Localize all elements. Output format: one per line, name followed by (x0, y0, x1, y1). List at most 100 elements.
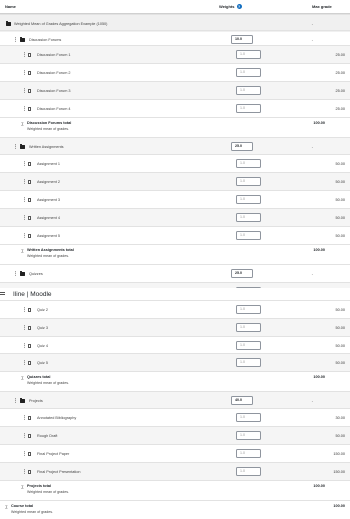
grade-item-row: ⋮ Assignment 3 1.0 50.00 (0, 190, 350, 208)
max-grade: - (311, 21, 313, 26)
item-name: Assignment 5 (37, 233, 61, 238)
weight-input[interactable]: 1.0 (236, 195, 261, 204)
drag-handle-icon[interactable]: ⋮ (13, 271, 18, 277)
max-grade: 25.00 (335, 52, 345, 57)
assignment-icon (28, 71, 32, 75)
drag-handle-icon[interactable]: ⋮ (22, 215, 27, 221)
assignment-icon (28, 308, 32, 312)
help-icon[interactable]: ? (236, 4, 242, 10)
weight-input[interactable]: 1.0 (236, 413, 261, 422)
weight-input[interactable]: 1.0 (236, 104, 261, 113)
category-total-row: ∑ Quizzes total Weighted mean of grades.… (0, 371, 350, 391)
course-total-description: Weighted mean of grades. (11, 510, 54, 514)
item-name: Quiz 3 (37, 325, 48, 330)
drag-handle-icon[interactable]: ⋮ (22, 469, 27, 475)
weight-input[interactable]: 1.0 (236, 231, 261, 240)
grade-item-row: ⋮ Rough Draft 1.0 50.00 (0, 426, 350, 444)
assignment-icon (28, 198, 32, 202)
drag-handle-icon[interactable]: ⋮ (22, 343, 27, 349)
item-name: Quiz 2 (37, 307, 48, 312)
item-name: Assignment 1 (37, 161, 61, 166)
weight-input[interactable]: 1.0 (236, 305, 261, 314)
drag-handle-icon[interactable]: ⋮ (22, 325, 27, 331)
drag-handle-icon[interactable]: ⋮ (22, 360, 27, 366)
weight-input[interactable]: 1.0 (236, 177, 261, 186)
sigma-icon: ∑ (21, 484, 24, 489)
category-row-quizzes: ⋮ Quizzes 25.0 - (0, 264, 350, 282)
grade-item-row: ⋮ Final Project Paper 1.0 150.00 (0, 444, 350, 462)
item-name: Assignment 3 (37, 197, 61, 202)
max-grade: 50.00 (335, 307, 345, 312)
assignment-icon (28, 344, 32, 348)
weight-input[interactable]: 1.0 (236, 358, 261, 367)
drag-handle-icon[interactable]: ⋮ (22, 179, 27, 185)
item-name: Discussion Forum 1 (37, 52, 71, 57)
drag-handle-icon[interactable]: ⋮ (22, 88, 27, 94)
sigma-icon: ∑ (21, 375, 24, 380)
assignment-icon (28, 162, 32, 166)
drag-handle-icon[interactable]: ⋮ (22, 433, 27, 439)
drag-handle-icon[interactable]: ⋮ (22, 70, 27, 76)
assignment-icon (28, 234, 32, 238)
drag-handle-icon[interactable]: ⋮ (13, 144, 18, 150)
max-grade: - (311, 144, 313, 149)
item-name: Discussion Forum 4 (37, 106, 71, 111)
folder-icon (20, 271, 25, 276)
course-total-row: ∑ Course total Weighted mean of grades. … (0, 500, 350, 519)
category-row-written: ⋮ Written Assignments 25.0 - (0, 137, 350, 155)
max-grade: 50.00 (335, 161, 345, 166)
item-name: Annotated Bibliography (37, 415, 77, 420)
drag-handle-icon[interactable]: ⋮ (13, 37, 18, 43)
weight-input[interactable]: 25.0 (231, 142, 253, 151)
max-grade: 50.00 (335, 360, 345, 365)
assignment-icon (28, 434, 32, 438)
total-description: Weighted mean of grades. (27, 381, 70, 385)
max-grade: 50.00 (335, 325, 345, 330)
max-grade: 50.00 (335, 197, 345, 202)
drag-handle-icon[interactable]: ⋮ (22, 52, 27, 58)
sigma-icon: ∑ (21, 121, 24, 126)
max-grade: - (311, 37, 313, 42)
grade-item-row: ⋮ Assignment 1 1.0 50.00 (0, 154, 350, 172)
course-category-name: Weighted Mean of Grades Aggregation Exam… (14, 21, 108, 26)
weight-input[interactable]: 1.0 (236, 86, 261, 95)
assignment-icon (28, 470, 32, 474)
weight-input[interactable]: 1.0 (236, 341, 261, 350)
weight-input[interactable]: 40.0 (231, 396, 253, 405)
category-row-projects: ⋮ Projects 40.0 - (0, 391, 350, 409)
grid-icon[interactable] (0, 292, 5, 297)
folder-icon (20, 37, 25, 42)
drag-handle-icon[interactable]: ⋮ (22, 451, 27, 457)
sigma-icon: ∑ (21, 248, 24, 253)
folder-icon (6, 21, 11, 26)
weight-input[interactable]: 1.0 (236, 213, 261, 222)
weight-input[interactable]: 25.0 (231, 269, 253, 278)
weight-input[interactable]: 1.0 (236, 449, 261, 458)
drag-handle-icon[interactable]: ⋮ (22, 161, 27, 167)
grade-item-row: ⋮ Discussion Forum 4 1.0 25.00 (0, 99, 350, 117)
weight-input[interactable]: 1.0 (236, 68, 261, 77)
assignment-icon (28, 180, 32, 184)
assignment-icon (28, 53, 32, 57)
drag-handle-icon[interactable]: ⋮ (13, 398, 18, 404)
sigma-icon: ∑ (5, 504, 8, 509)
item-name: Final Project Paper (37, 451, 70, 456)
weight-input[interactable]: 10.0 (231, 35, 253, 44)
max-grade: 50.00 (335, 433, 345, 438)
weight-input[interactable]: 1.0 (236, 431, 261, 440)
weight-input[interactable]: 1.0 (236, 467, 261, 476)
category-name: Projects (29, 398, 43, 403)
total-max-grade: 100.00 (313, 375, 325, 379)
drag-handle-icon[interactable]: ⋮ (22, 307, 27, 313)
drag-handle-icon[interactable]: ⋮ (22, 106, 27, 112)
assignment-icon (28, 416, 32, 420)
weight-input[interactable]: 1.0 (236, 159, 261, 168)
total-description: Weighted mean of grades. (27, 490, 70, 494)
item-name: Assignment 2 (37, 179, 61, 184)
weight-input[interactable]: 1.0 (236, 323, 261, 332)
assignment-icon (28, 216, 32, 220)
drag-handle-icon[interactable]: ⋮ (22, 233, 27, 239)
weight-input[interactable]: 1.0 (236, 50, 261, 59)
drag-handle-icon[interactable]: ⋮ (22, 415, 27, 421)
drag-handle-icon[interactable]: ⋮ (22, 197, 27, 203)
